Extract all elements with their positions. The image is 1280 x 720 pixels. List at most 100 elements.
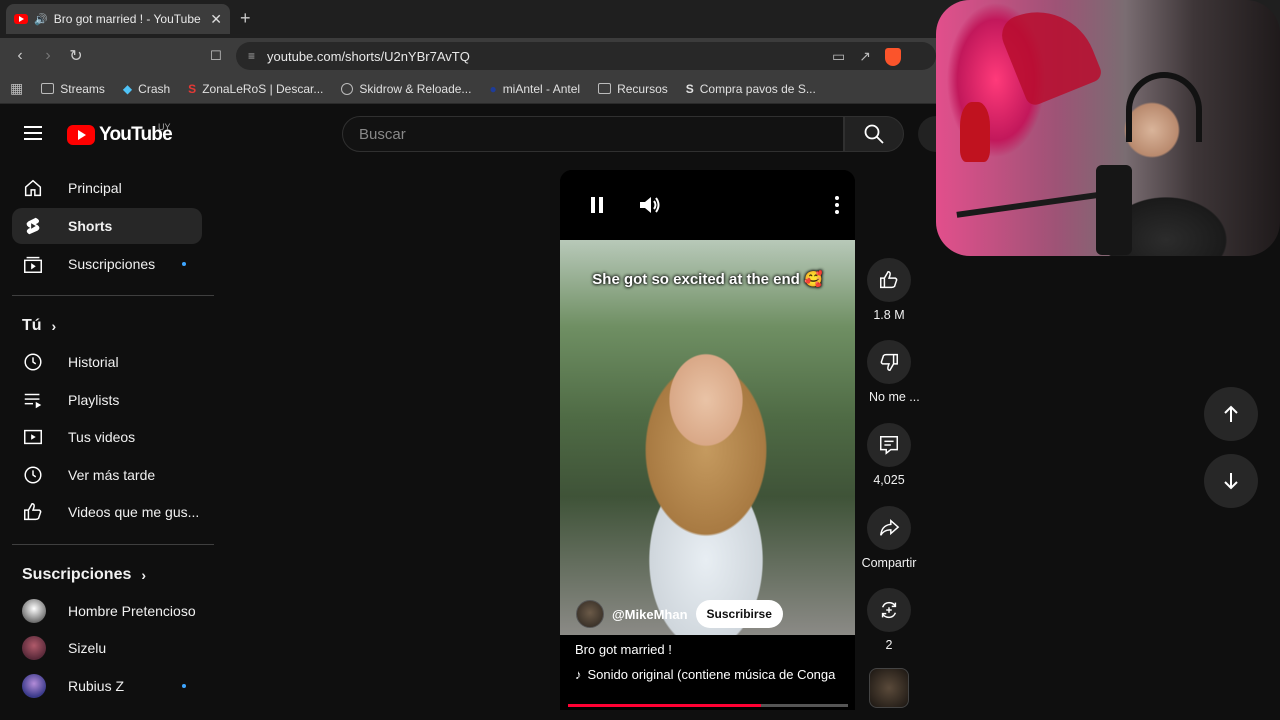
bookmark-crash[interactable]: ◆ Crash [123,82,170,96]
sidebar-item-historial[interactable]: Historial [12,344,202,380]
short-video[interactable]: She got so excited at the end 🥰 @MikeMha… [560,240,855,635]
globe-icon [341,82,354,95]
sound-thumbnail[interactable] [869,668,909,708]
comments-action[interactable]: 4,025 [859,423,919,487]
short-sound[interactable]: ♪ Sonido original (contiene música de Co… [575,667,845,682]
avatar [22,599,46,623]
you-section-header[interactable]: Tú › [22,317,56,335]
sidebar: Principal Shorts Suscripciones Tú › Hist… [0,162,214,720]
brave-shield-icon[interactable] [884,48,901,66]
avatar [22,674,46,698]
youtube-favicon-icon [14,14,28,24]
sidebar-item-liked-videos[interactable]: Videos que me gus... [12,494,202,530]
sidebar-item-label: Principal [68,180,122,196]
youtube-logo[interactable]: YouTube [67,124,173,146]
sidebar-item-label: Tus videos [68,429,136,445]
like-icon [880,271,898,289]
address-bar[interactable]: ≡ youtube.com/shorts/U2nYBr7AvTQ [236,42,936,70]
dislike-icon [880,353,898,371]
dislike-label: No me ... [869,390,920,404]
subscription-hombre-pretencioso[interactable]: Hombre Pretencioso [12,593,202,629]
sidebar-item-label: Ver más tarde [68,467,156,483]
share-action[interactable]: Compartir [859,506,919,570]
url-text: youtube.com/shorts/U2nYBr7AvTQ [267,48,470,64]
volume-icon[interactable] [638,194,662,216]
sidebar-item-ver-mas-tarde[interactable]: Ver más tarde [12,457,202,493]
sidebar-divider [12,544,214,545]
speaker-icon[interactable]: 🔊 [34,13,48,26]
sidebar-item-label: Playlists [68,392,120,408]
folder-icon [41,83,55,94]
channel-row: @MikeMhan Suscribirse [576,600,783,628]
previous-short-button[interactable] [1204,387,1258,441]
site-info-icon[interactable]: ≡ [248,49,255,63]
short-title[interactable]: Bro got married ! [575,642,672,657]
sidebar-item-suscripciones[interactable]: Suscripciones [12,246,202,282]
like-button[interactable] [867,258,911,302]
shorts-icon [22,215,44,237]
reload-icon[interactable]: ↻ [62,46,90,66]
subscription-sizelu[interactable]: Sizelu [12,630,202,666]
sidebar-item-label: Historial [68,354,119,370]
home-icon [22,177,44,199]
share-label: Compartir [861,556,917,570]
subscriptions-section-header[interactable]: Suscripciones › [22,566,146,584]
menu-icon[interactable] [24,126,42,140]
channel-avatar[interactable] [576,600,604,628]
zonaleros-icon: S [188,81,197,96]
dislike-action[interactable]: No me ... [859,340,920,404]
apps-grid-icon[interactable]: ▦ [10,80,23,97]
bookmark-compra-pavos[interactable]: S Compra pavos de S... [686,82,816,96]
next-short-button[interactable] [1204,454,1258,508]
sidebar-item-principal[interactable]: Principal [12,170,202,206]
channel-name[interactable]: @MikeMhan [612,607,688,622]
sidebar-item-label: Videos que me gus... [68,504,200,520]
your-videos-icon [22,426,44,448]
sidebar-item-label: Suscripciones [68,256,156,272]
search-input[interactable]: Buscar [342,116,844,152]
sidebar-item-tus-videos[interactable]: Tus videos [12,419,202,455]
country-code: UY [158,122,171,132]
bookmark-skidrow[interactable]: Skidrow & Reloade... [341,82,471,96]
cast-icon[interactable]: ▭ [832,48,845,66]
remix-button[interactable] [867,588,911,632]
share-page-icon[interactable]: ↗ [859,48,871,66]
progress-bar[interactable] [568,704,848,707]
chevron-right-icon: › [141,567,147,583]
sidebar-item-playlists[interactable]: Playlists [12,382,202,418]
bookmark-icon[interactable]: ☐ [202,48,230,64]
browser-tab[interactable]: 🔊 Bro got married ! - YouTube ✕ [6,4,230,34]
pause-icon[interactable] [591,197,603,213]
share-button[interactable] [867,506,911,550]
back-icon[interactable]: ‹ [6,47,34,65]
comment-icon [880,436,898,455]
sidebar-item-shorts[interactable]: Shorts [12,208,202,244]
music-note-icon: ♪ [575,667,582,682]
bookmark-recursos[interactable]: Recursos [598,82,668,96]
bookmark-streams[interactable]: Streams [41,82,105,96]
like-count: 1.8 M [873,308,905,322]
comments-button[interactable] [867,423,911,467]
microphone [1096,165,1132,255]
subscription-rubius-z[interactable]: Rubius Z [12,668,202,704]
dislike-button[interactable] [867,340,911,384]
search-button[interactable] [844,116,904,152]
more-options-icon[interactable] [835,196,839,217]
remix-action[interactable]: 2 [859,588,919,652]
arrow-down-icon [1224,473,1238,490]
forward-icon[interactable]: › [34,47,62,65]
subscribe-button[interactable]: Suscribirse [695,600,783,628]
watch-later-icon [22,464,44,486]
close-tab-icon[interactable]: ✕ [210,11,222,28]
avatar [22,636,46,660]
remix-count: 2 [885,638,893,652]
like-action[interactable]: 1.8 M [859,258,919,322]
new-tab-icon[interactable]: + [240,8,251,29]
video-caption: She got so excited at the end 🥰 [592,271,823,288]
bookmark-miantel[interactable]: ● miAntel - Antel [489,82,580,96]
shorts-player[interactable]: She got so excited at the end 🥰 @MikeMha… [560,170,855,710]
arrow-up-icon [1224,405,1238,422]
s-icon: S [685,81,694,96]
bookmark-zonaleros[interactable]: S ZonaLeRoS | Descar... [188,82,323,96]
tab-title: Bro got married ! - YouTube [53,12,201,26]
